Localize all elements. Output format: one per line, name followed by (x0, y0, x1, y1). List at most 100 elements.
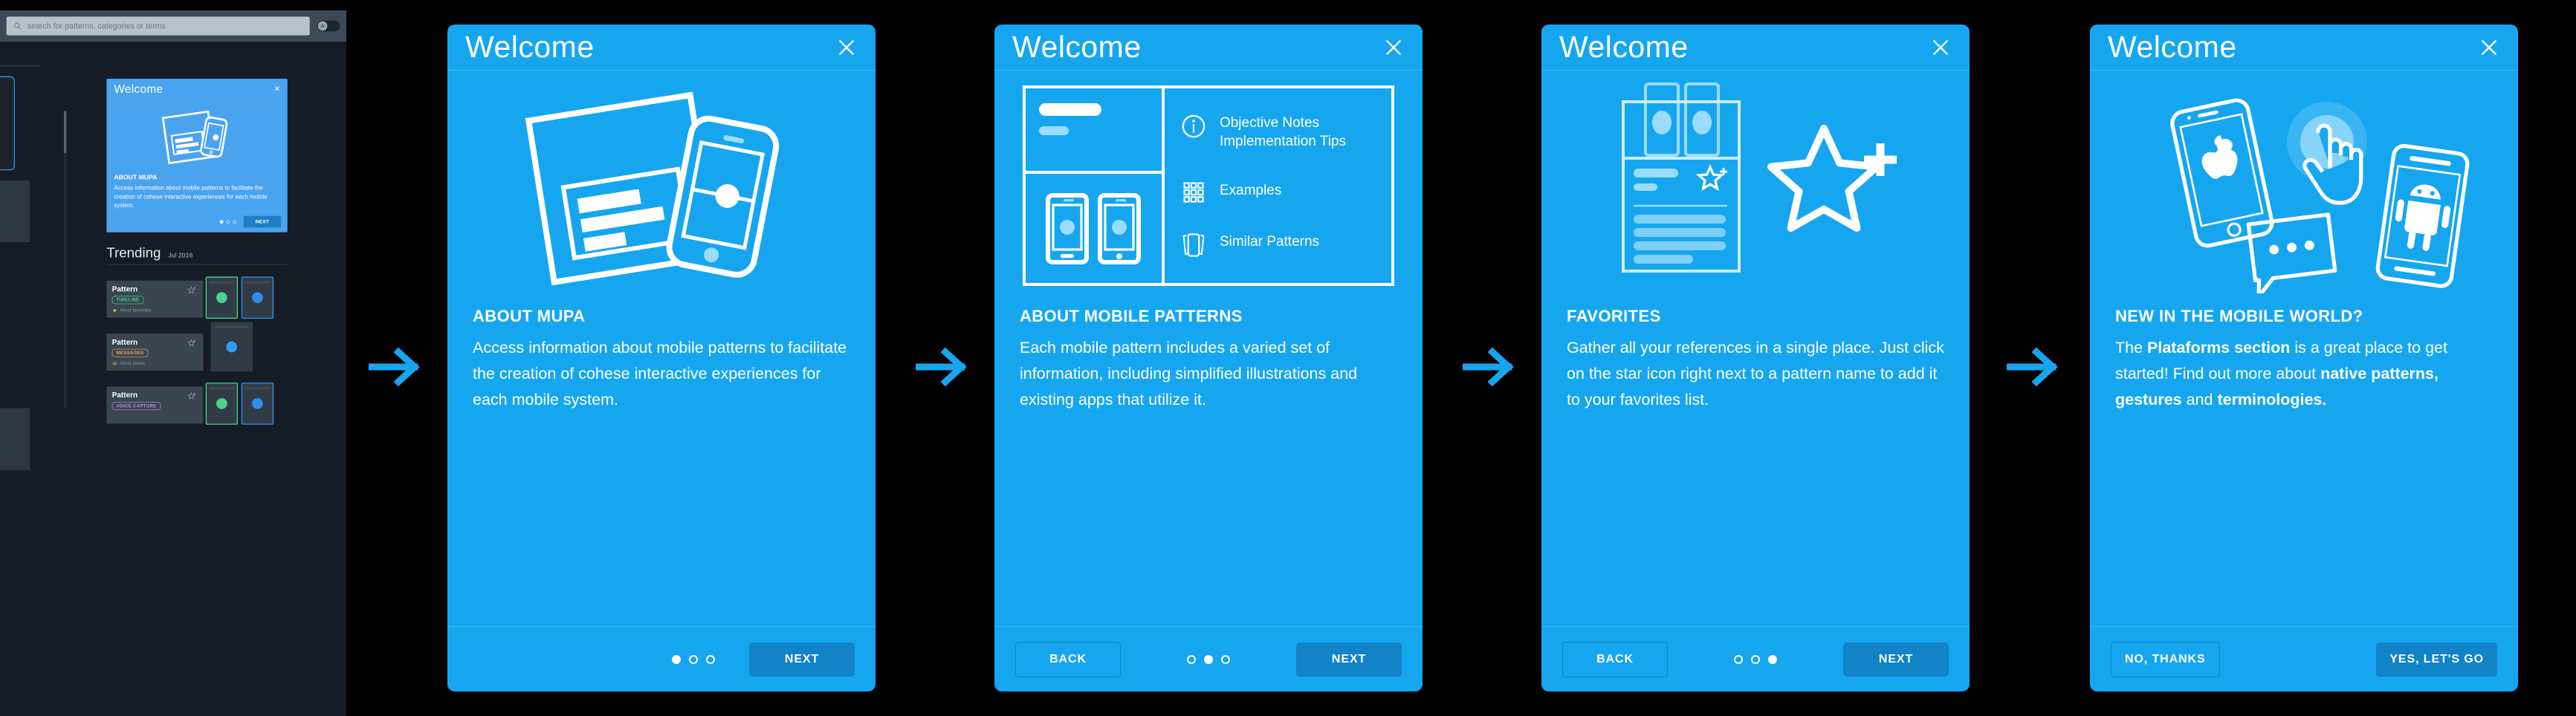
card-header: Welcome (994, 25, 1423, 71)
pattern-preview-phones (205, 276, 274, 319)
card-footer: BACK NEXT (1541, 626, 1970, 691)
android-phone-icon (1046, 192, 1090, 264)
flow-arrow (369, 346, 424, 388)
star-plus-icon[interactable] (187, 391, 198, 402)
card-footer: BACK NEXT (994, 626, 1423, 691)
close-x-glyph (1386, 39, 1401, 55)
flow-arrow (1463, 346, 1518, 388)
illustration-list-label: Objective Notes Implementation Tips (1219, 114, 1346, 150)
pattern-detail-layout-illustration: Objective Notes Implementation Tips Exam… (1023, 85, 1394, 286)
close-x-glyph (839, 39, 854, 55)
pattern-name: Pattern (111, 391, 138, 400)
star-plus-icon[interactable] (187, 338, 198, 349)
pattern-tag: TIMELINE (111, 296, 144, 305)
phone-preview (205, 383, 239, 425)
card-header: Welcome (447, 25, 876, 71)
theme-toggle-knob: A (317, 21, 328, 31)
pattern-card[interactable]: Pattern TIMELINE Most favorites (106, 280, 204, 318)
mini-modal-dots (219, 220, 236, 224)
flow-arrow (916, 346, 971, 388)
chat-bubble-icon (2246, 212, 2337, 293)
step-dot-2[interactable] (1751, 654, 1760, 664)
step-dot-2[interactable] (689, 654, 698, 664)
dot[interactable] (232, 220, 236, 224)
arrow-right-icon (369, 347, 420, 387)
step-dot-1[interactable] (1187, 654, 1196, 664)
mini-modal-text: Access information about mobile patterns… (114, 184, 268, 209)
rail-phone-preview (0, 76, 16, 171)
android-phone-icon (2375, 143, 2470, 288)
card-title: Welcome (465, 30, 595, 64)
next-button[interactable]: NEXT (749, 642, 855, 677)
illustration-list-item: Similar Patterns (1179, 232, 1391, 258)
mini-modal-footer: NEXT (106, 211, 288, 232)
close-icon[interactable] (1381, 35, 1406, 60)
document-and-phone-illustration (525, 91, 780, 286)
close-icon[interactable]: × (274, 83, 280, 94)
mini-welcome-modal: Welcome × ABOUT MUPA Access information … (106, 79, 288, 232)
arrow-right-icon (2007, 347, 2058, 387)
star-icon (112, 308, 117, 313)
arrow-right-icon (916, 347, 967, 387)
dot[interactable] (226, 220, 230, 224)
pattern-tag: MESSAGES (111, 348, 149, 357)
back-button[interactable]: BACK (1562, 641, 1668, 677)
close-icon[interactable] (834, 35, 859, 60)
dot[interactable] (219, 220, 224, 224)
card-illustration (2090, 71, 2518, 293)
phone-preview (241, 276, 274, 319)
document-and-phone-illustration (161, 110, 228, 165)
pattern-card[interactable]: Pattern MESSAGES Most views (106, 333, 204, 371)
step-dot-1[interactable] (1734, 654, 1743, 664)
pattern-name: Pattern (111, 284, 138, 293)
card-body: ABOUT MUPA Access information about mobi… (447, 293, 876, 626)
card-footer: NEXT (447, 626, 876, 691)
scrollbar-track[interactable] (64, 111, 67, 409)
close-icon[interactable] (2476, 35, 2502, 60)
pattern-name: Pattern (111, 338, 138, 347)
illustration-left-column (1026, 88, 1165, 283)
card-footer: NO, THANKS YES, LET'S GO (2090, 626, 2518, 691)
scrollbar-thumb[interactable] (64, 111, 67, 154)
card-body: FAVORITES Gather all your references in … (1541, 293, 1970, 626)
step-dot-3[interactable] (1768, 654, 1777, 664)
eye-icon (112, 362, 117, 365)
card-heading: ABOUT MOBILE PATTERNS (1020, 307, 1243, 325)
no-thanks-button[interactable]: NO, THANKS (2111, 641, 2220, 677)
next-button[interactable]: NEXT (1843, 642, 1949, 677)
step-dot-2[interactable] (1204, 654, 1213, 664)
pattern-meta-label: Most views (120, 360, 146, 366)
info-circle-icon (1179, 114, 1208, 139)
mini-modal-body: ABOUT MUPA Access information about mobi… (106, 173, 287, 209)
phone-preview (241, 383, 274, 425)
theme-toggle[interactable]: A (317, 20, 340, 32)
close-x-glyph (2482, 39, 2496, 55)
card-paragraph: Gather all your references in a single p… (1567, 339, 1944, 409)
search-input[interactable]: search for patterns, categories or terms (6, 16, 310, 36)
card-body: ABOUT MOBILE PATTERNS Each mobile patter… (994, 293, 1423, 626)
illustration-list-item: Examples (1179, 181, 1391, 204)
card-paragraph: Each mobile pattern includes a varied se… (1020, 339, 1358, 409)
mini-next-button[interactable]: NEXT (243, 215, 282, 228)
card-illustration (1541, 71, 1970, 293)
mini-modal-title: Welcome (114, 82, 164, 96)
card-heading: ABOUT MUPA (473, 307, 586, 325)
illustration-title-block (1026, 88, 1162, 175)
illustration-right-column: Objective Notes Implementation Tips Exam… (1165, 88, 1391, 283)
step-dot-3[interactable] (706, 654, 715, 664)
star-plus-icon[interactable] (187, 285, 198, 296)
yes-lets-go-button[interactable]: YES, LET'S GO (2376, 642, 2497, 677)
pattern-row: Pattern MESSAGES Most views (106, 322, 287, 372)
arrow-right-icon (1463, 347, 1514, 387)
illustration-list-label: Similar Patterns (1219, 234, 1320, 250)
close-icon[interactable] (1928, 35, 1953, 60)
app-context-thumbnail: search for patterns, categories or terms… (0, 10, 346, 716)
next-button[interactable]: NEXT (1296, 642, 1402, 677)
pattern-card[interactable]: Pattern VOICE CAPTURE (106, 386, 204, 424)
back-button[interactable]: BACK (1015, 641, 1121, 677)
illustration-list-label: Examples (1219, 182, 1282, 198)
step-dot-3[interactable] (1221, 654, 1230, 664)
step-dots (1187, 654, 1230, 664)
step-dot-1[interactable] (672, 654, 681, 664)
illustration-list-item: Objective Notes Implementation Tips (1179, 114, 1391, 152)
